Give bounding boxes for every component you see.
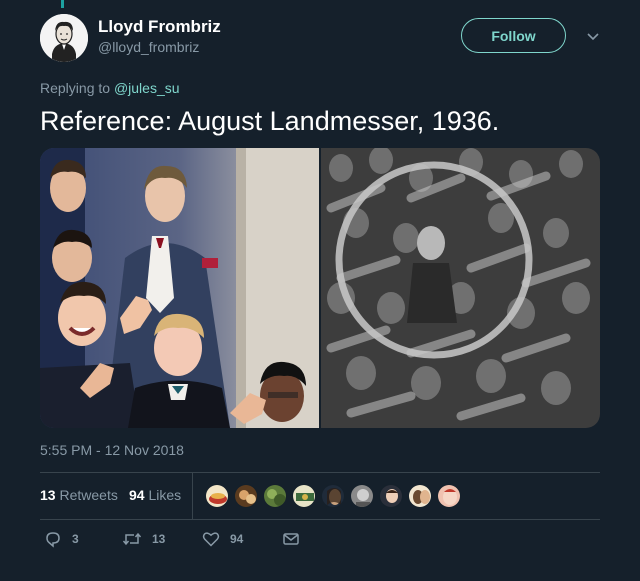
- divider: [40, 519, 600, 520]
- liker-avatar[interactable]: [292, 484, 316, 508]
- media-photo-left[interactable]: [40, 148, 319, 428]
- reply-icon: [46, 532, 60, 548]
- stats-divider: [192, 472, 193, 519]
- likes-stat[interactable]: 94 Likes: [129, 487, 181, 503]
- liker-avatar[interactable]: [437, 484, 461, 508]
- retweets-count: 13: [40, 487, 56, 503]
- retweet-icon: [122, 532, 142, 546]
- replying-prefix: Replying to: [40, 80, 111, 96]
- retweet-button[interactable]: 13: [122, 530, 165, 548]
- likes-label: Likes: [148, 487, 182, 503]
- follow-button[interactable]: Follow: [461, 18, 566, 53]
- tweet-media[interactable]: [40, 148, 600, 428]
- thread-line: [61, 0, 64, 8]
- liker-avatar[interactable]: [234, 484, 258, 508]
- chevron-down-icon[interactable]: [585, 28, 601, 44]
- liker-avatar[interactable]: [350, 484, 374, 508]
- avatar[interactable]: [40, 14, 88, 62]
- liker-avatar[interactable]: [205, 484, 229, 508]
- tweet-timestamp[interactable]: 5:55 PM - 12 Nov 2018: [40, 442, 184, 458]
- direct-message-button[interactable]: [282, 530, 300, 548]
- heart-icon: [202, 532, 220, 547]
- replying-to: Replying to @jules_su: [40, 80, 180, 96]
- tweet-stats: 13 Retweets 94 Likes: [40, 472, 600, 520]
- liker-avatar[interactable]: [379, 484, 403, 508]
- like-count: 94: [230, 532, 244, 546]
- liker-avatar[interactable]: [263, 484, 287, 508]
- retweet-count: 13: [152, 532, 166, 546]
- tweet-actions: 3 13 94: [40, 530, 600, 556]
- reply-count: 3: [72, 532, 79, 546]
- display-name[interactable]: Lloyd Frombriz: [98, 17, 221, 37]
- retweets-stat[interactable]: 13 Retweets: [40, 487, 118, 503]
- like-button[interactable]: 94: [202, 530, 243, 548]
- envelope-icon: [283, 533, 299, 545]
- tweet-text: Reference: August Landmesser, 1936.: [40, 106, 500, 136]
- likes-count: 94: [129, 487, 145, 503]
- user-handle[interactable]: @lloyd_frombriz: [98, 39, 199, 55]
- reply-button[interactable]: 3: [44, 530, 79, 548]
- liker-avatar[interactable]: [321, 484, 345, 508]
- media-photo-right[interactable]: [321, 148, 600, 428]
- tweet-header: Lloyd Frombriz @lloyd_frombriz Follow: [40, 14, 600, 62]
- replying-mention-link[interactable]: @jules_su: [114, 80, 180, 96]
- retweets-label: Retweets: [59, 487, 118, 503]
- liker-avatar[interactable]: [408, 484, 432, 508]
